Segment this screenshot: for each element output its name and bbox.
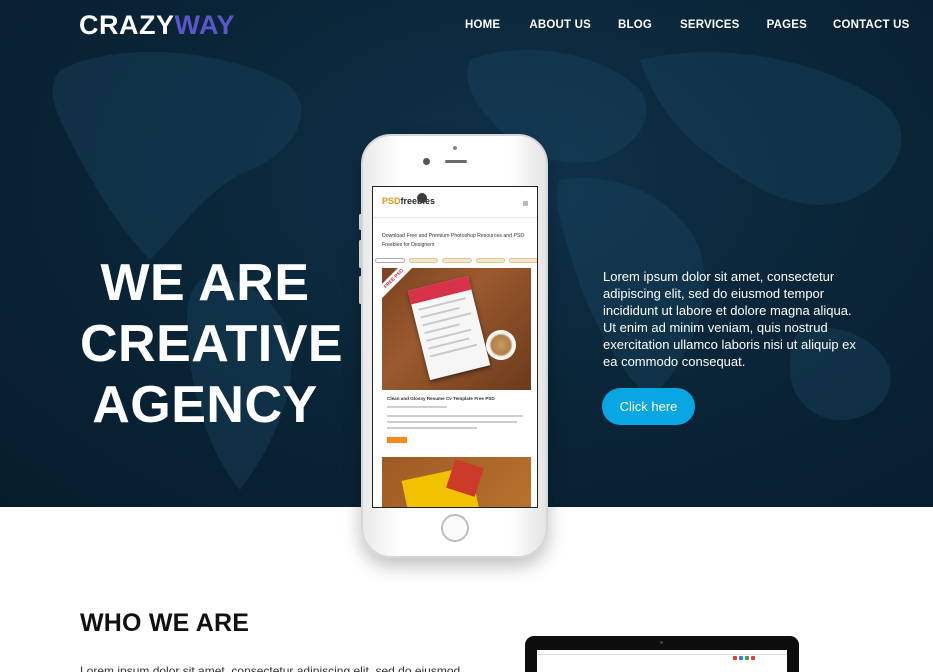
hamburger-menu-icon [523, 201, 528, 206]
coffee-cup-icon [486, 330, 516, 360]
phone-speaker [445, 160, 467, 163]
who-we-are-text: Lorem ipsum dolor sit amet, consectetur … [80, 664, 460, 672]
screen-download-button [387, 437, 407, 443]
phone-volume-button [359, 240, 362, 268]
nav-item-home[interactable]: HOME [465, 19, 500, 31]
phone-screen: PSDfreebies Download Free and Premium Ph… [372, 186, 538, 508]
screen-divider [373, 217, 537, 218]
brand-logo[interactable]: CRAZYWAY [79, 10, 235, 41]
phone-side-button [359, 214, 362, 230]
phone-mockup: PSDfreebies Download Free and Premium Ph… [359, 134, 548, 558]
laptop-camera-icon [660, 641, 663, 644]
screen-text-line [387, 415, 523, 417]
nav-item-blog[interactable]: BLOG [618, 19, 652, 31]
screen-meta-line [387, 406, 447, 408]
resume-document [407, 275, 491, 381]
home-button-icon [441, 514, 469, 542]
hero-headline-line-1: WE ARE [100, 254, 310, 312]
screen-tab [475, 258, 506, 263]
click-here-button[interactable]: Click here [602, 388, 695, 425]
bee-mascot-icon [417, 193, 427, 203]
nav-item-pages[interactable]: PAGES [767, 19, 807, 31]
nav-item-services[interactable]: SERVICES [680, 19, 740, 31]
screen-title: Download Free and Premium Photoshop Reso… [382, 233, 525, 248]
second-post-image [382, 457, 531, 507]
phone-volume-button [359, 276, 362, 304]
screen-tabs [373, 258, 537, 264]
resume-header-band [407, 275, 472, 305]
brand-name-accent: WAY [174, 10, 236, 40]
nav-item-about-us[interactable]: ABOUT US [529, 19, 591, 31]
laptop-mockup [525, 636, 799, 672]
hero-headline-line-2: CREATIVE [80, 315, 344, 373]
screen-text-line [387, 421, 517, 423]
hero-description: Lorem ipsum dolor sit amet, consectetur … [603, 269, 856, 369]
screen-logo: PSDfreebies [382, 196, 435, 206]
screen-tab [408, 258, 439, 263]
hero-headline-line-3: AGENCY [92, 376, 318, 434]
screen-text-line [387, 427, 477, 429]
hero-headline: WE ARE CREATIVE AGENCY [80, 253, 344, 436]
laptop-screen-header [537, 654, 787, 655]
main-navigation: HOME ABOUT US BLOG SERVICES PAGES CONTAC… [465, 19, 910, 31]
nav-item-contact-us[interactable]: CONTACT US [833, 19, 910, 31]
social-icon [751, 656, 755, 660]
phone-sensor [453, 146, 457, 150]
social-icon [739, 656, 743, 660]
phone-camera-icon [423, 158, 430, 165]
screen-tab [509, 258, 537, 263]
social-icon [745, 656, 749, 660]
screen-post-caption: Clean and Glossy Resume Cv Template Free… [387, 396, 495, 401]
screen-logo-accent: PSD [382, 196, 401, 206]
screen-tab [375, 258, 405, 263]
screen-tab [442, 258, 472, 263]
page: CRAZYWAY HOME ABOUT US BLOG SERVICES PAG… [0, 0, 933, 672]
brand-name-primary: CRAZY [79, 10, 175, 40]
laptop-screen [537, 650, 787, 672]
social-icon [733, 656, 737, 660]
resume-template-image: FREE PSD [382, 268, 531, 390]
who-we-are-title: WHO WE ARE [80, 609, 250, 637]
